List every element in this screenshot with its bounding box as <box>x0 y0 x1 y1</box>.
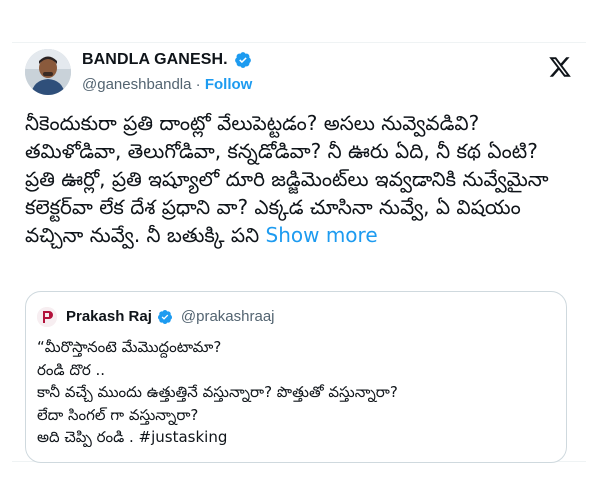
separator-dot: · <box>195 76 201 93</box>
tweet-card[interactable]: BANDLA GANESH. @ganeshbandla · Follow నీ… <box>12 42 586 463</box>
quoted-line: రండి దొర .. <box>37 360 106 379</box>
quoted-line: అది చెప్పి రండి . #justasking <box>37 428 228 446</box>
quoted-tweet-text: “మీరొస్తానంటె మేమొద్దంటామా? రండి దొర .. … <box>37 336 557 449</box>
x-logo-icon[interactable] <box>548 55 572 79</box>
author-avatar[interactable] <box>25 49 71 95</box>
show-more-link[interactable]: Show more <box>266 223 378 247</box>
quoted-author-name[interactable]: Prakash Raj <box>66 308 152 325</box>
tweet-text: నీకెందుకురా ప్రతి దాంట్లో వేలుపెట్టడం? అ… <box>25 109 571 249</box>
quoted-verified-badge-icon <box>157 309 172 324</box>
quoted-tweet[interactable]: Prakash Raj @prakashraaj “మీరొస్తానంటె మ… <box>25 291 567 463</box>
quoted-author-avatar <box>37 307 57 327</box>
verified-badge-icon <box>234 52 251 68</box>
quoted-line: కానీ వచ్చే ముందు ఉత్తుత్తినే వస్తున్నారా… <box>37 383 398 401</box>
author-name[interactable]: BANDLA GANESH. <box>82 51 228 69</box>
quoted-author-handle[interactable]: @prakashraaj <box>181 308 275 325</box>
quoted-line: “మీరొస్తానంటె మేమొద్దంటామా? <box>37 338 222 356</box>
author-handle[interactable]: @ganeshbandla <box>82 76 191 93</box>
follow-button[interactable]: Follow <box>205 76 253 93</box>
quoted-line: లేదా సింగల్ గా వస్తున్నారా? <box>37 405 199 424</box>
